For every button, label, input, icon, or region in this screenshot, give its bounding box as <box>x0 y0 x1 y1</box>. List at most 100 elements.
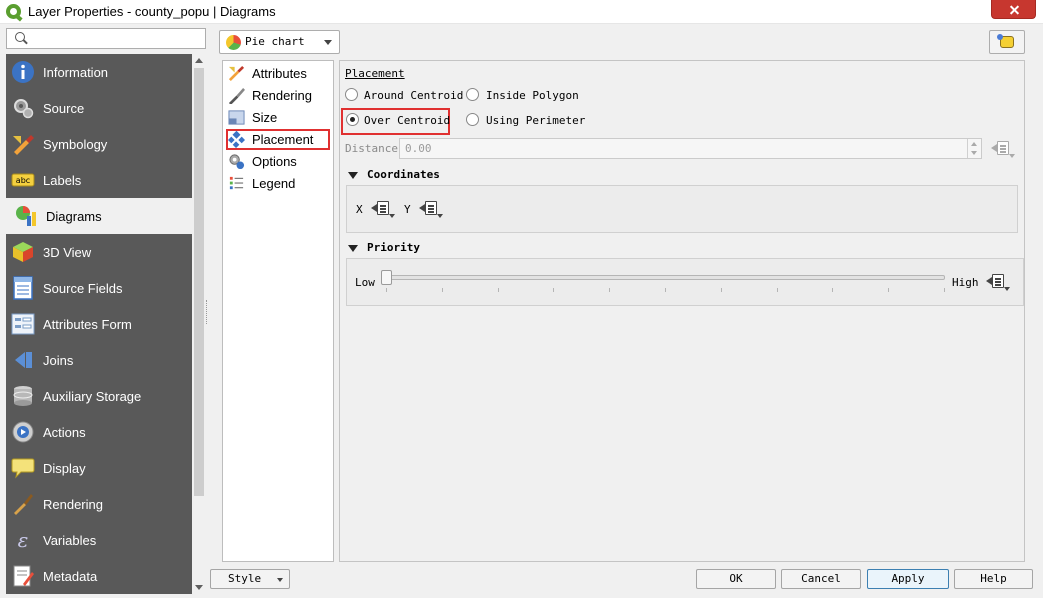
slider-tick <box>944 288 945 292</box>
sidebar-item-variables[interactable]: ε Variables <box>6 522 192 558</box>
search-input[interactable] <box>29 30 199 47</box>
rendering-icon <box>14 494 33 515</box>
sidebar-item-metadata[interactable]: Metadata <box>6 558 192 594</box>
splitter-handle[interactable] <box>206 300 209 324</box>
priority-group-title[interactable]: Priority <box>367 241 420 254</box>
coordinates-group-title[interactable]: Coordinates <box>367 168 440 181</box>
ok-button[interactable]: OK <box>696 569 776 589</box>
variables-icon: ε <box>18 528 29 552</box>
subnav-item-rendering[interactable]: Rendering <box>226 85 330 106</box>
radio-inside-polygon[interactable] <box>466 88 479 101</box>
distance-spinbox[interactable]: 0.00 <box>399 138 982 159</box>
window-title: Layer Properties - county_popu | Diagram… <box>28 4 276 19</box>
sidebar-item-symbology[interactable]: Symbology <box>6 126 192 162</box>
sidebar-item-source-fields[interactable]: Source Fields <box>6 270 192 306</box>
radio-around-centroid[interactable] <box>345 88 358 101</box>
sidebar-item-label: Symbology <box>43 137 108 152</box>
slider-tick <box>776 288 778 292</box>
source-fields-icon <box>13 276 33 300</box>
sidebar-item-source[interactable]: Source <box>6 90 192 126</box>
sidebar-scrollbar[interactable] <box>192 54 206 594</box>
diagram-type-select[interactable]: Pie chart <box>219 30 340 54</box>
distance-value: 0.00 <box>405 142 432 155</box>
collapse-coordinates-icon[interactable] <box>348 172 358 179</box>
x-data-defined-button[interactable] <box>371 199 395 219</box>
radio-over-centroid[interactable] <box>346 113 359 126</box>
radio-label-over-centroid[interactable]: Over Centroid <box>364 114 450 127</box>
slider-tick <box>497 288 499 292</box>
spin-up-icon[interactable] <box>971 142 977 146</box>
apply-button[interactable]: Apply <box>867 569 949 589</box>
subnav-item-label: Size <box>252 110 278 125</box>
sidebar-item-joins[interactable]: Joins <box>6 342 192 378</box>
legend-icon <box>229 176 244 190</box>
close-button[interactable] <box>991 0 1036 19</box>
collapse-priority-icon[interactable] <box>348 245 358 252</box>
actions-icon <box>12 421 34 443</box>
sidebar-item-3d-view[interactable]: 3D View <box>6 234 192 270</box>
subnav-item-legend[interactable]: Legend <box>226 173 330 194</box>
spinbox-arrows[interactable] <box>967 139 981 158</box>
priority-slider-handle[interactable] <box>381 270 392 285</box>
sidebar-item-attributes-form[interactable]: Attributes Form <box>6 306 192 342</box>
subnav-item-label: Rendering <box>252 88 312 103</box>
subnav-item-placement[interactable]: Placement <box>226 129 330 150</box>
spin-down-icon[interactable] <box>971 151 977 155</box>
sidebar-item-label: Metadata <box>43 569 98 584</box>
slider-tick <box>386 288 387 292</box>
sidebar-item-label: 3D View <box>43 245 92 260</box>
y-data-defined-button[interactable] <box>419 199 443 219</box>
style-button-label: Style <box>228 572 262 585</box>
scrollbar-thumb[interactable] <box>194 68 204 496</box>
coordinate-x-label: X <box>356 203 363 216</box>
radio-label-using-perimeter[interactable]: Using Perimeter <box>486 114 585 127</box>
priority-group <box>346 258 1024 306</box>
qgis-logo-icon <box>6 4 21 19</box>
sidebar-item-auxiliary-storage[interactable]: Auxiliary Storage <box>6 378 192 414</box>
sidebar: Information Source Symbology abc Labels … <box>6 54 192 594</box>
scroll-down-icon[interactable] <box>195 585 203 590</box>
slider-tick <box>832 288 834 292</box>
priority-high-label: High <box>952 276 979 289</box>
help-button[interactable]: Help <box>954 569 1033 589</box>
subnav-item-options[interactable]: Options <box>226 151 330 172</box>
sidebar-item-actions[interactable]: Actions <box>6 414 192 450</box>
slider-tick <box>888 288 890 292</box>
subnav-item-label: Options <box>252 154 297 169</box>
cancel-button[interactable]: Cancel <box>781 569 861 589</box>
placement-section-title: Placement <box>345 67 405 80</box>
search-field[interactable] <box>6 28 206 49</box>
apply-style-button[interactable] <box>989 30 1025 54</box>
subnav-item-attributes[interactable]: Attributes <box>226 63 330 84</box>
sidebar-item-display[interactable]: Display <box>6 450 192 486</box>
rendering-brush-icon <box>228 87 245 104</box>
sidebar-item-label: Source <box>43 101 85 116</box>
data-defined-icon <box>377 201 389 215</box>
chevron-down-icon <box>277 578 283 582</box>
sidebar-item-labels[interactable]: abc Labels <box>6 162 192 198</box>
sidebar-item-rendering[interactable]: Rendering <box>6 486 192 522</box>
priority-slider-track[interactable] <box>381 275 945 280</box>
scroll-up-icon[interactable] <box>195 58 203 63</box>
slider-tick <box>441 288 443 292</box>
options-icon <box>229 154 245 170</box>
priority-data-defined-button[interactable] <box>986 272 1010 292</box>
source-icon <box>14 99 34 119</box>
subnav-item-size[interactable]: Size <box>226 107 330 128</box>
sidebar-item-label: Joins <box>43 353 74 368</box>
sidebar-item-label: Information <box>43 65 109 80</box>
sidebar-item-diagrams[interactable]: Diagrams <box>6 198 192 234</box>
diagram-type-value: Pie chart <box>245 35 305 48</box>
sidebar-item-label: Labels <box>43 173 82 188</box>
sidebar-item-information[interactable]: Information <box>6 54 192 90</box>
information-icon <box>12 61 34 83</box>
diagram-settings-list: Attributes Rendering Size Placement Opti… <box>222 60 334 562</box>
radio-using-perimeter[interactable] <box>466 113 479 126</box>
style-menu-button[interactable]: Style <box>210 569 290 589</box>
radio-label-around-centroid[interactable]: Around Centroid <box>364 89 463 102</box>
search-icon <box>15 32 25 42</box>
svg-text:abc: abc <box>16 176 30 185</box>
radio-label-inside-polygon[interactable]: Inside Polygon <box>486 89 579 102</box>
distance-data-defined-button[interactable] <box>991 139 1015 159</box>
size-icon <box>228 110 245 125</box>
